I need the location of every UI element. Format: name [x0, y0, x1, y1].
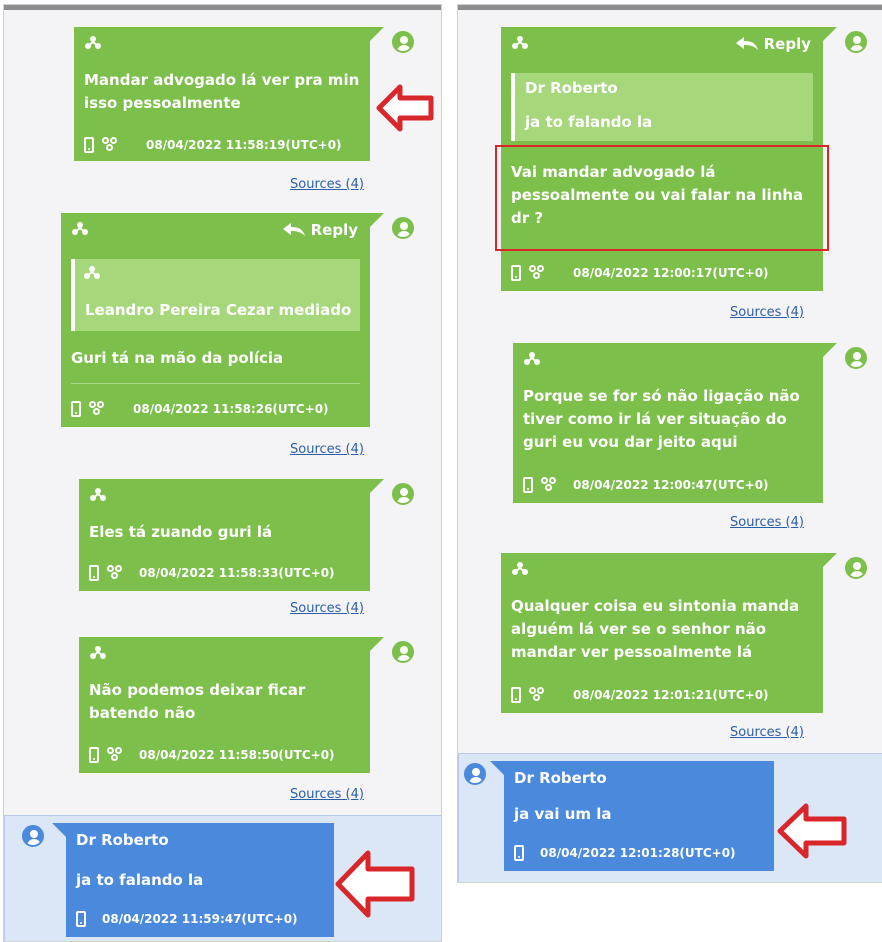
avatar-icon [22, 825, 44, 847]
avatar-icon [464, 763, 486, 785]
group-icon [107, 747, 125, 763]
reply-button[interactable]: Reply [735, 35, 811, 53]
bubble-tail [52, 823, 66, 837]
quoted-message[interactable]: Dr Roberto ja to falando la [511, 73, 813, 141]
sender-icon [524, 352, 540, 365]
message-timestamp: 08/04/2022 11:58:33(UTC+0) [139, 566, 335, 580]
bubble-tail [823, 27, 837, 41]
chat-column-right: Reply Dr Roberto ja to falando la Vai ma… [457, 4, 882, 883]
sources-link[interactable]: Sources (4) [730, 305, 804, 320]
message-timestamp: 08/04/2022 11:58:50(UTC+0) [139, 748, 335, 762]
group-icon [529, 265, 547, 281]
message-text: ja to falando la [76, 871, 204, 889]
message-footer: 08/04/2022 11:59:47(UTC+0) [76, 909, 298, 929]
bubble-tail [823, 553, 837, 567]
message-footer: 08/04/2022 12:01:21(UTC+0) [511, 685, 769, 705]
message-timestamp: 08/04/2022 12:01:21(UTC+0) [573, 688, 769, 702]
red-arrow-icon [777, 803, 847, 859]
sources-link[interactable]: Sources (4) [730, 515, 804, 530]
message-footer: 08/04/2022 12:01:28(UTC+0) [514, 843, 736, 863]
sources-link[interactable]: Sources (4) [290, 601, 364, 616]
sources-link[interactable]: Sources (4) [290, 177, 364, 192]
phone-icon [89, 747, 99, 763]
message-footer: 08/04/2022 11:58:33(UTC+0) [89, 563, 335, 583]
reply-label: Reply [763, 35, 811, 53]
sender-icon [72, 222, 88, 235]
message-text: Mandar advogado lá ver pra min isso pess… [84, 71, 360, 112]
sources-link[interactable]: Sources (4) [290, 442, 364, 457]
message-text: Guri tá na mão da polícia [71, 349, 284, 367]
highlight-box [495, 145, 829, 251]
sender-icon [512, 562, 528, 575]
message-timestamp: 08/04/2022 12:00:47(UTC+0) [573, 478, 769, 492]
group-icon [107, 565, 125, 581]
message-timestamp: 08/04/2022 12:01:28(UTC+0) [540, 846, 736, 860]
quoted-name: Dr Roberto [525, 79, 618, 97]
phone-icon [523, 477, 533, 493]
top-border [458, 5, 882, 10]
bubble-tail [823, 343, 837, 357]
message-footer: 08/04/2022 11:58:26(UTC+0) [71, 399, 329, 419]
sender-name: Dr Roberto [76, 831, 169, 849]
message-footer: 08/04/2022 12:00:47(UTC+0) [523, 475, 769, 495]
message-text: Porque se for só não ligação não tiver c… [523, 387, 800, 451]
group-icon [102, 137, 120, 153]
message-footer: 08/04/2022 11:58:19(UTC+0) [84, 135, 342, 155]
quoted-message[interactable]: Leandro Pereira Cezar mediado [71, 259, 360, 331]
avatar-icon [845, 347, 867, 369]
chat-column-left: Mandar advogado lá ver pra min isso pess… [3, 4, 442, 942]
sender-icon [85, 36, 101, 49]
sources-link[interactable]: Sources (4) [290, 787, 364, 802]
message-footer: 08/04/2022 12:00:17(UTC+0) [511, 263, 769, 283]
bubble-tail [370, 479, 384, 493]
group-icon [529, 687, 547, 703]
sources-link[interactable]: Sources (4) [730, 725, 804, 740]
quoted-name: Leandro Pereira Cezar mediado [85, 301, 352, 319]
avatar-icon [845, 31, 867, 53]
bubble-tail [370, 213, 384, 227]
phone-icon [71, 401, 81, 417]
phone-icon [511, 687, 521, 703]
message-timestamp: 08/04/2022 11:58:19(UTC+0) [146, 138, 342, 152]
reply-button[interactable]: Reply [282, 221, 358, 239]
reply-arrow-icon [735, 37, 758, 50]
message-text: Qualquer coisa eu sintonia manda alguém … [511, 597, 800, 661]
phone-icon [514, 845, 524, 861]
avatar-icon [392, 217, 414, 239]
sender-icon [90, 488, 106, 501]
avatar-icon [392, 483, 414, 505]
quoted-text: ja to falando la [525, 113, 653, 131]
red-arrow-icon [376, 84, 434, 132]
avatar-icon [392, 31, 414, 53]
sender-name: Dr Roberto [514, 769, 607, 787]
phone-icon [84, 137, 94, 153]
sender-icon [84, 266, 100, 279]
group-icon [541, 477, 559, 493]
sender-icon [90, 646, 106, 659]
bubble-tail [370, 637, 384, 651]
message-footer: 08/04/2022 11:58:50(UTC+0) [89, 745, 335, 765]
divider [71, 383, 360, 384]
message-text: ja vai um la [514, 805, 612, 823]
avatar-icon [392, 641, 414, 663]
phone-icon [511, 265, 521, 281]
reply-arrow-icon [282, 223, 305, 236]
avatar-icon [845, 557, 867, 579]
group-icon [89, 401, 107, 417]
phone-icon [89, 565, 99, 581]
message-text: Eles tá zuando guri lá [89, 523, 273, 541]
message-timestamp: 08/04/2022 11:59:47(UTC+0) [102, 912, 298, 926]
message-timestamp: 08/04/2022 11:58:26(UTC+0) [133, 402, 329, 416]
bubble-tail [490, 761, 504, 775]
sender-icon [512, 36, 528, 49]
phone-icon [76, 911, 86, 927]
message-text: Não podemos deixar ficar batendo não [89, 681, 306, 722]
screenshot-frame: Mandar advogado lá ver pra min isso pess… [0, 0, 882, 942]
red-arrow-icon [335, 850, 415, 918]
reply-label: Reply [310, 221, 358, 239]
top-border [4, 5, 441, 10]
bubble-tail [370, 27, 384, 41]
message-timestamp: 08/04/2022 12:00:17(UTC+0) [573, 266, 769, 280]
